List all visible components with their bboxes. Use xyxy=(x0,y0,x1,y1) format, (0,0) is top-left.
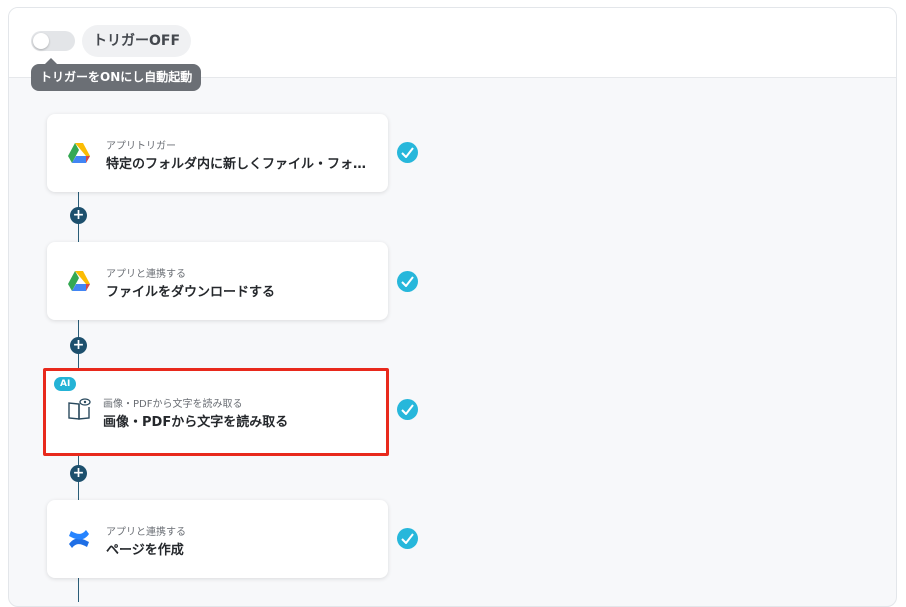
ai-badge: AI xyxy=(54,377,77,391)
step-card-create-page[interactable]: アプリと連携する ページを作成 xyxy=(47,500,388,578)
step-subtitle: アプリと連携する xyxy=(106,269,186,280)
trigger-status-label: トリガーOFF xyxy=(82,25,192,57)
add-step-button[interactable]: + xyxy=(70,337,87,354)
add-step-button[interactable]: + xyxy=(70,465,87,482)
ocr-book-icon xyxy=(67,397,91,421)
check-icon xyxy=(397,528,418,549)
google-drive-icon xyxy=(67,269,91,293)
step-title: 画像・PDFから文字を読み取る xyxy=(103,415,289,430)
trigger-toggle[interactable] xyxy=(31,31,75,51)
google-drive-icon xyxy=(67,141,91,165)
toggle-knob xyxy=(33,33,49,49)
step-card-download[interactable]: アプリと連携する ファイルをダウンロードする xyxy=(47,242,388,320)
trigger-tooltip: トリガーをONにし自動起動 xyxy=(31,58,202,91)
step-title: 特定のフォルダ内に新しくファイル・フォ… xyxy=(106,157,366,172)
check-icon xyxy=(397,142,418,163)
add-step-button[interactable]: + xyxy=(70,207,87,224)
check-icon xyxy=(397,271,418,292)
step-subtitle: 画像・PDFから文字を読み取る xyxy=(103,399,243,410)
step-title: ページを作成 xyxy=(106,543,184,558)
step-card-trigger[interactable]: アプリトリガー 特定のフォルダ内に新しくファイル・フォ… xyxy=(47,114,388,192)
check-icon xyxy=(397,399,418,420)
step-subtitle: アプリトリガー xyxy=(106,141,176,152)
step-title: ファイルをダウンロードする xyxy=(106,285,276,300)
confluence-icon xyxy=(67,527,91,551)
step-card-ocr[interactable]: AI 画像・PDFから文字を読み取る 画像・PDFから文字を読み取る xyxy=(43,368,389,456)
step-subtitle: アプリと連携する xyxy=(106,527,186,538)
flow-panel: トリガーOFF トリガーをONにし自動起動 + + + アプリトリガー 特定のフ… xyxy=(8,7,897,607)
